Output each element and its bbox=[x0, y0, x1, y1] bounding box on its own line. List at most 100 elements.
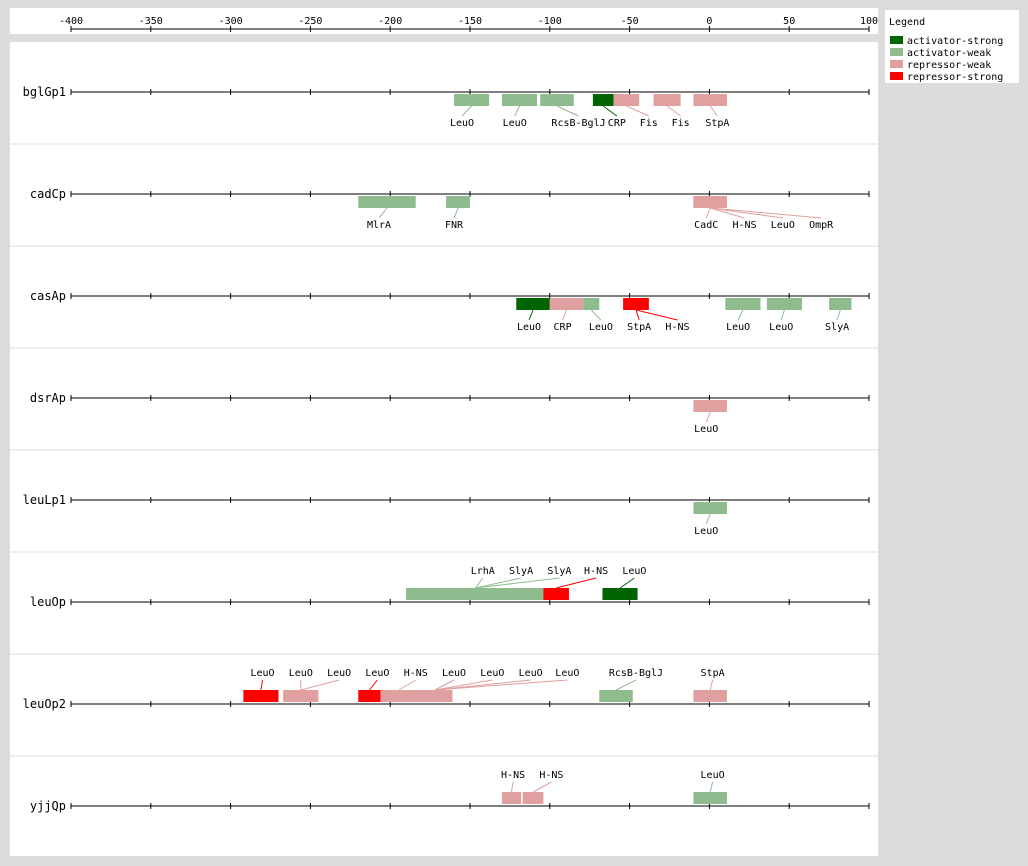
binding-site-label: CRP bbox=[608, 118, 626, 129]
binding-site-label: LeuO bbox=[503, 118, 527, 129]
binding-site-label: CRP bbox=[554, 322, 572, 333]
legend-label-activator-strong: activator-strong bbox=[907, 36, 1003, 47]
binding-site-bar bbox=[693, 792, 727, 804]
legend: Legend activator-strongactivator-weakrep… bbox=[885, 10, 1019, 83]
binding-site-label: LeuO bbox=[622, 566, 646, 577]
binding-site-label: Fis bbox=[672, 118, 690, 129]
axis-tick-label: -250 bbox=[298, 16, 322, 27]
binding-site-bar bbox=[358, 196, 416, 208]
binding-site-label: LeuO bbox=[480, 668, 504, 679]
binding-site-label: LeuO bbox=[726, 322, 750, 333]
promoter-label: leuOp bbox=[30, 595, 66, 609]
binding-site-label: Fis bbox=[640, 118, 658, 129]
binding-site-label: LeuO bbox=[694, 424, 718, 435]
binding-site-bar bbox=[693, 400, 727, 412]
binding-site-bar bbox=[358, 690, 381, 702]
binding-site-label: SlyA bbox=[547, 566, 571, 577]
binding-site-label: LeuO bbox=[442, 668, 466, 679]
binding-site-label: RcsB-BglJ bbox=[551, 118, 605, 129]
binding-site-label: LeuO bbox=[517, 322, 541, 333]
axis-tick-label: -400 bbox=[59, 16, 83, 27]
binding-site-bar bbox=[693, 196, 727, 208]
promoter-label: leuOp2 bbox=[23, 697, 66, 711]
promoter-label: leuLp1 bbox=[23, 493, 66, 507]
binding-site-bar bbox=[693, 502, 727, 514]
promoter-label: dsrAp bbox=[30, 391, 66, 405]
promoter-label: cadCp bbox=[30, 187, 66, 201]
binding-site-bar bbox=[583, 298, 600, 310]
axis-tick-label: -350 bbox=[139, 16, 163, 27]
binding-site-label: LeuO bbox=[450, 118, 474, 129]
binding-site-label: H-NS bbox=[732, 220, 756, 231]
axis-tick-label: -200 bbox=[378, 16, 402, 27]
binding-site-bar bbox=[516, 298, 550, 310]
binding-site-label: LeuO bbox=[250, 668, 274, 679]
binding-site-bar bbox=[829, 298, 852, 310]
binding-site-label: FNR bbox=[445, 220, 464, 231]
binding-site-bar bbox=[501, 94, 538, 106]
binding-site-label: LeuO bbox=[519, 668, 543, 679]
binding-site-label: CadC bbox=[694, 220, 718, 231]
legend-label-repressor-weak: repressor-weak bbox=[907, 60, 991, 71]
axis-tick-label: -150 bbox=[458, 16, 482, 27]
binding-site-bar bbox=[540, 94, 574, 106]
binding-site-label: H-NS bbox=[501, 770, 525, 781]
binding-site-label: SlyA bbox=[509, 566, 533, 577]
binding-site-label: StpA bbox=[701, 668, 725, 679]
binding-site-label: LeuO bbox=[589, 322, 613, 333]
binding-site-bar bbox=[243, 690, 279, 702]
axis-tick-label: 100 bbox=[860, 16, 878, 27]
binding-site-bar bbox=[522, 792, 544, 804]
binding-site-bar bbox=[693, 94, 727, 106]
binding-site-bar bbox=[543, 588, 569, 600]
legend-swatch-activator-strong bbox=[890, 36, 903, 44]
binding-site-label: OmpR bbox=[809, 220, 834, 231]
binding-site-label: H-NS bbox=[665, 322, 689, 333]
binding-site-bar bbox=[406, 588, 546, 600]
binding-site-bar bbox=[653, 94, 681, 106]
binding-site-bar bbox=[549, 298, 584, 310]
binding-site-bar bbox=[454, 94, 490, 106]
promoter-label: casAp bbox=[30, 289, 66, 303]
binding-site-label: LeuO bbox=[694, 526, 718, 537]
binding-site-label: LeuO bbox=[289, 668, 313, 679]
binding-site-bar bbox=[501, 792, 522, 804]
binding-site-label: LeuO bbox=[327, 668, 351, 679]
promoter-tracks: bglGp1LeuO LeuO RcsB-BglJ CRP Fis Fis StpAcadC… bbox=[10, 42, 878, 856]
binding-site-bar bbox=[599, 690, 633, 702]
binding-site-label: LeuO bbox=[771, 220, 795, 231]
binding-site-bar bbox=[613, 94, 640, 106]
binding-site-label: RcsB-BglJ bbox=[609, 668, 663, 679]
binding-site-label: MlrA bbox=[367, 220, 391, 231]
legend-swatch-activator-weak bbox=[890, 48, 903, 56]
binding-site-label: StpA bbox=[705, 118, 729, 129]
binding-site-bar bbox=[592, 94, 614, 106]
binding-site-label: StpA bbox=[627, 322, 651, 333]
legend-swatch-repressor-weak bbox=[890, 60, 903, 68]
promoter-label: yjjQp bbox=[30, 799, 66, 813]
binding-site-label: H-NS bbox=[539, 770, 563, 781]
promoter-diagram: -400 -350 -300 -250 -200 -150 -100 -50 0 50 100 bg… bbox=[10, 8, 1019, 856]
binding-site-bar bbox=[766, 298, 802, 310]
axis-tick-label: -300 bbox=[219, 16, 243, 27]
top-axis: -400 -350 -300 -250 -200 -150 -100 -50 0 50 100 bbox=[10, 8, 878, 34]
binding-site-label: LeuO bbox=[769, 322, 793, 333]
binding-site-bar bbox=[446, 196, 470, 208]
binding-site-label: LeuO bbox=[701, 770, 725, 781]
legend-swatch-repressor-strong bbox=[890, 72, 903, 80]
axis-tick-label: -50 bbox=[621, 16, 639, 27]
binding-site-bar bbox=[380, 690, 418, 702]
binding-site-bar bbox=[417, 690, 453, 702]
binding-site-label: SlyA bbox=[825, 322, 849, 333]
axis-tick-label: 50 bbox=[783, 16, 795, 27]
promoter-label: bglGp1 bbox=[23, 85, 66, 99]
axis-tick-label: 0 bbox=[706, 16, 712, 27]
binding-site-label: H-NS bbox=[584, 566, 608, 577]
binding-site-bar bbox=[602, 588, 638, 600]
binding-site-label: LrhA bbox=[471, 566, 495, 577]
binding-site-label: LeuO bbox=[365, 668, 389, 679]
axis-tick-label: -100 bbox=[538, 16, 562, 27]
legend-label-activator-weak: activator-weak bbox=[907, 48, 991, 59]
tracks-panel bbox=[10, 42, 878, 856]
binding-site-label: H-NS bbox=[404, 668, 428, 679]
